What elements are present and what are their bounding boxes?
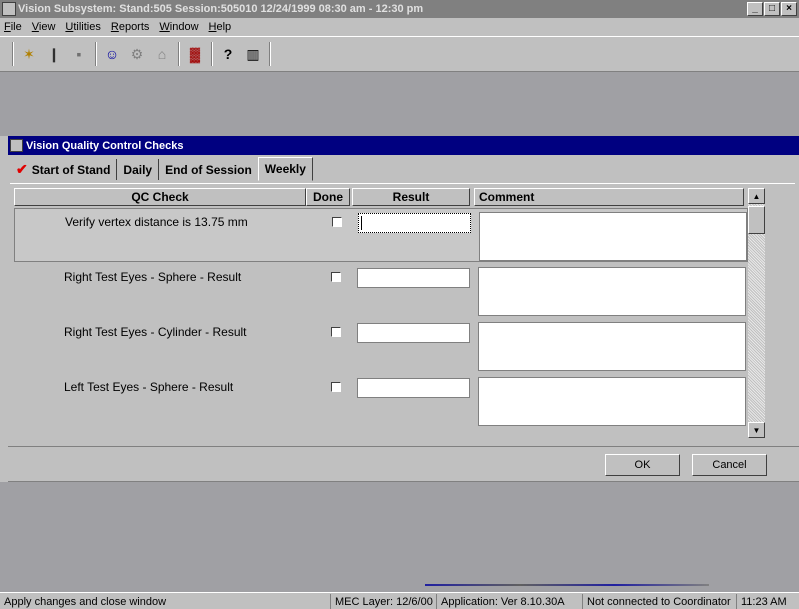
- app-icon[interactable]: [2, 2, 16, 16]
- comment-textarea[interactable]: [479, 212, 747, 261]
- comment-textarea[interactable]: [478, 377, 746, 426]
- qc-dialog: Vision Quality Control Checks ✔ Start of…: [8, 136, 799, 482]
- main-title-bar[interactable]: Vision Subsystem: Stand:505 Session:5050…: [0, 0, 799, 18]
- done-checkbox[interactable]: [331, 382, 341, 392]
- tab-end-of-session[interactable]: End of Session: [159, 159, 258, 180]
- toolbar-separator: [211, 42, 213, 66]
- qc-check-label: Right Test Eyes - Sphere - Result: [64, 270, 242, 284]
- status-time: 11:23 AM: [736, 594, 799, 609]
- render-artifact: [425, 584, 709, 586]
- toolbar: ✶ ❙ ▪ ☺ ⚙ ⌂ ▓ ? ▥: [0, 36, 799, 72]
- status-bar: Apply changes and close window MEC Layer…: [0, 592, 799, 609]
- tab-weekly[interactable]: Weekly: [257, 157, 313, 181]
- scroll-thumb[interactable]: [748, 206, 765, 234]
- scroll-down-arrow-icon[interactable]: ▼: [748, 422, 765, 438]
- dialog-button-bar: OK Cancel: [8, 446, 799, 480]
- menu-utilities[interactable]: Utilities: [65, 21, 100, 33]
- status-message: Apply changes and close window: [4, 595, 167, 608]
- column-header-qc-check[interactable]: QC Check: [14, 188, 306, 206]
- done-checkbox[interactable]: [331, 272, 341, 282]
- column-header-result[interactable]: Result: [352, 188, 470, 206]
- help-icon[interactable]: ?: [217, 43, 239, 65]
- toolbar-grip: [12, 42, 14, 66]
- tab-label: Daily: [123, 162, 153, 177]
- qc-grid: QC Check Done Result Comment Verify vert…: [10, 183, 795, 443]
- paste-icon[interactable]: ▪: [68, 43, 90, 65]
- result-input[interactable]: [357, 323, 470, 343]
- menu-file[interactable]: File: [4, 21, 22, 33]
- scroll-up-arrow-icon[interactable]: ▲: [748, 188, 765, 204]
- toolbar-separator: [178, 42, 180, 66]
- tab-label: End of Session: [165, 162, 252, 177]
- new-icon[interactable]: ✶: [18, 43, 40, 65]
- cart-icon[interactable]: ⌂: [151, 43, 173, 65]
- table-row[interactable]: Right Test Eyes - Sphere - Result: [14, 264, 748, 318]
- qc-check-label: Left Test Eyes - Sphere - Result: [64, 380, 234, 394]
- done-checkbox[interactable]: [332, 217, 342, 227]
- vertical-scrollbar[interactable]: ▲ ▼: [748, 188, 765, 438]
- maximize-button[interactable]: □: [764, 2, 780, 16]
- status-mec-layer: MEC Layer: 12/6/00: [330, 594, 436, 609]
- mdi-background-lower: [0, 482, 799, 592]
- done-checkbox[interactable]: [331, 327, 341, 337]
- menu-bar: File View Utilities Reports Window Help: [0, 18, 799, 35]
- menu-window[interactable]: Window: [159, 21, 198, 33]
- window-controls: _ □ ×: [747, 2, 797, 16]
- dialog-icon: [10, 139, 23, 152]
- comment-textarea[interactable]: [478, 267, 746, 316]
- column-header-done[interactable]: Done: [306, 188, 350, 206]
- table-row[interactable]: Right Test Eyes - Cylinder - Result: [14, 319, 748, 373]
- table-row[interactable]: Left Test Eyes - Sphere - Result: [14, 374, 748, 428]
- main-window-title: Vision Subsystem: Stand:505 Session:5050…: [18, 3, 424, 15]
- qc-check-label: Verify vertex distance is 13.75 mm: [65, 215, 248, 229]
- toolbar-separator: [95, 42, 97, 66]
- menu-reports[interactable]: Reports: [111, 21, 150, 33]
- dialog-title-bar[interactable]: Vision Quality Control Checks: [8, 136, 799, 155]
- people-icon[interactable]: ☺: [101, 43, 123, 65]
- tab-daily[interactable]: Daily: [117, 159, 160, 180]
- close-button[interactable]: ×: [781, 2, 797, 16]
- tab-label: Start of Stand: [31, 162, 111, 177]
- column-header-comment[interactable]: Comment: [474, 188, 744, 206]
- status-connection: Not connected to Coordinator: [582, 594, 736, 609]
- comment-textarea[interactable]: [478, 322, 746, 371]
- tab-label: Weekly: [264, 162, 306, 176]
- mdi-background: [0, 72, 799, 136]
- toolbar-separator: [269, 42, 271, 66]
- status-application: Application: Ver 8.10.30A: [436, 594, 582, 609]
- tab-start-of-stand[interactable]: ✔ Start of Stand: [10, 159, 118, 180]
- exit-icon[interactable]: ▥: [242, 43, 264, 65]
- check-icon: ✔: [16, 161, 28, 177]
- result-input[interactable]: [357, 378, 470, 398]
- cancel-button[interactable]: Cancel: [692, 454, 767, 476]
- tab-strip: ✔ Start of Stand Daily End of Session We…: [10, 157, 313, 181]
- ok-button[interactable]: OK: [605, 454, 680, 476]
- result-input[interactable]: [357, 268, 470, 288]
- clipboard-icon[interactable]: ❙: [43, 43, 65, 65]
- gear-icon[interactable]: ⚙: [126, 43, 148, 65]
- table-row[interactable]: Verify vertex distance is 13.75 mm: [14, 208, 748, 262]
- menu-view[interactable]: View: [32, 21, 56, 33]
- result-input[interactable]: [358, 213, 471, 233]
- minimize-button[interactable]: _: [747, 2, 763, 16]
- qc-check-label: Right Test Eyes - Cylinder - Result: [64, 325, 247, 339]
- menu-help[interactable]: Help: [209, 21, 232, 33]
- dialog-title: Vision Quality Control Checks: [26, 139, 184, 152]
- chart-icon[interactable]: ▓: [184, 43, 206, 65]
